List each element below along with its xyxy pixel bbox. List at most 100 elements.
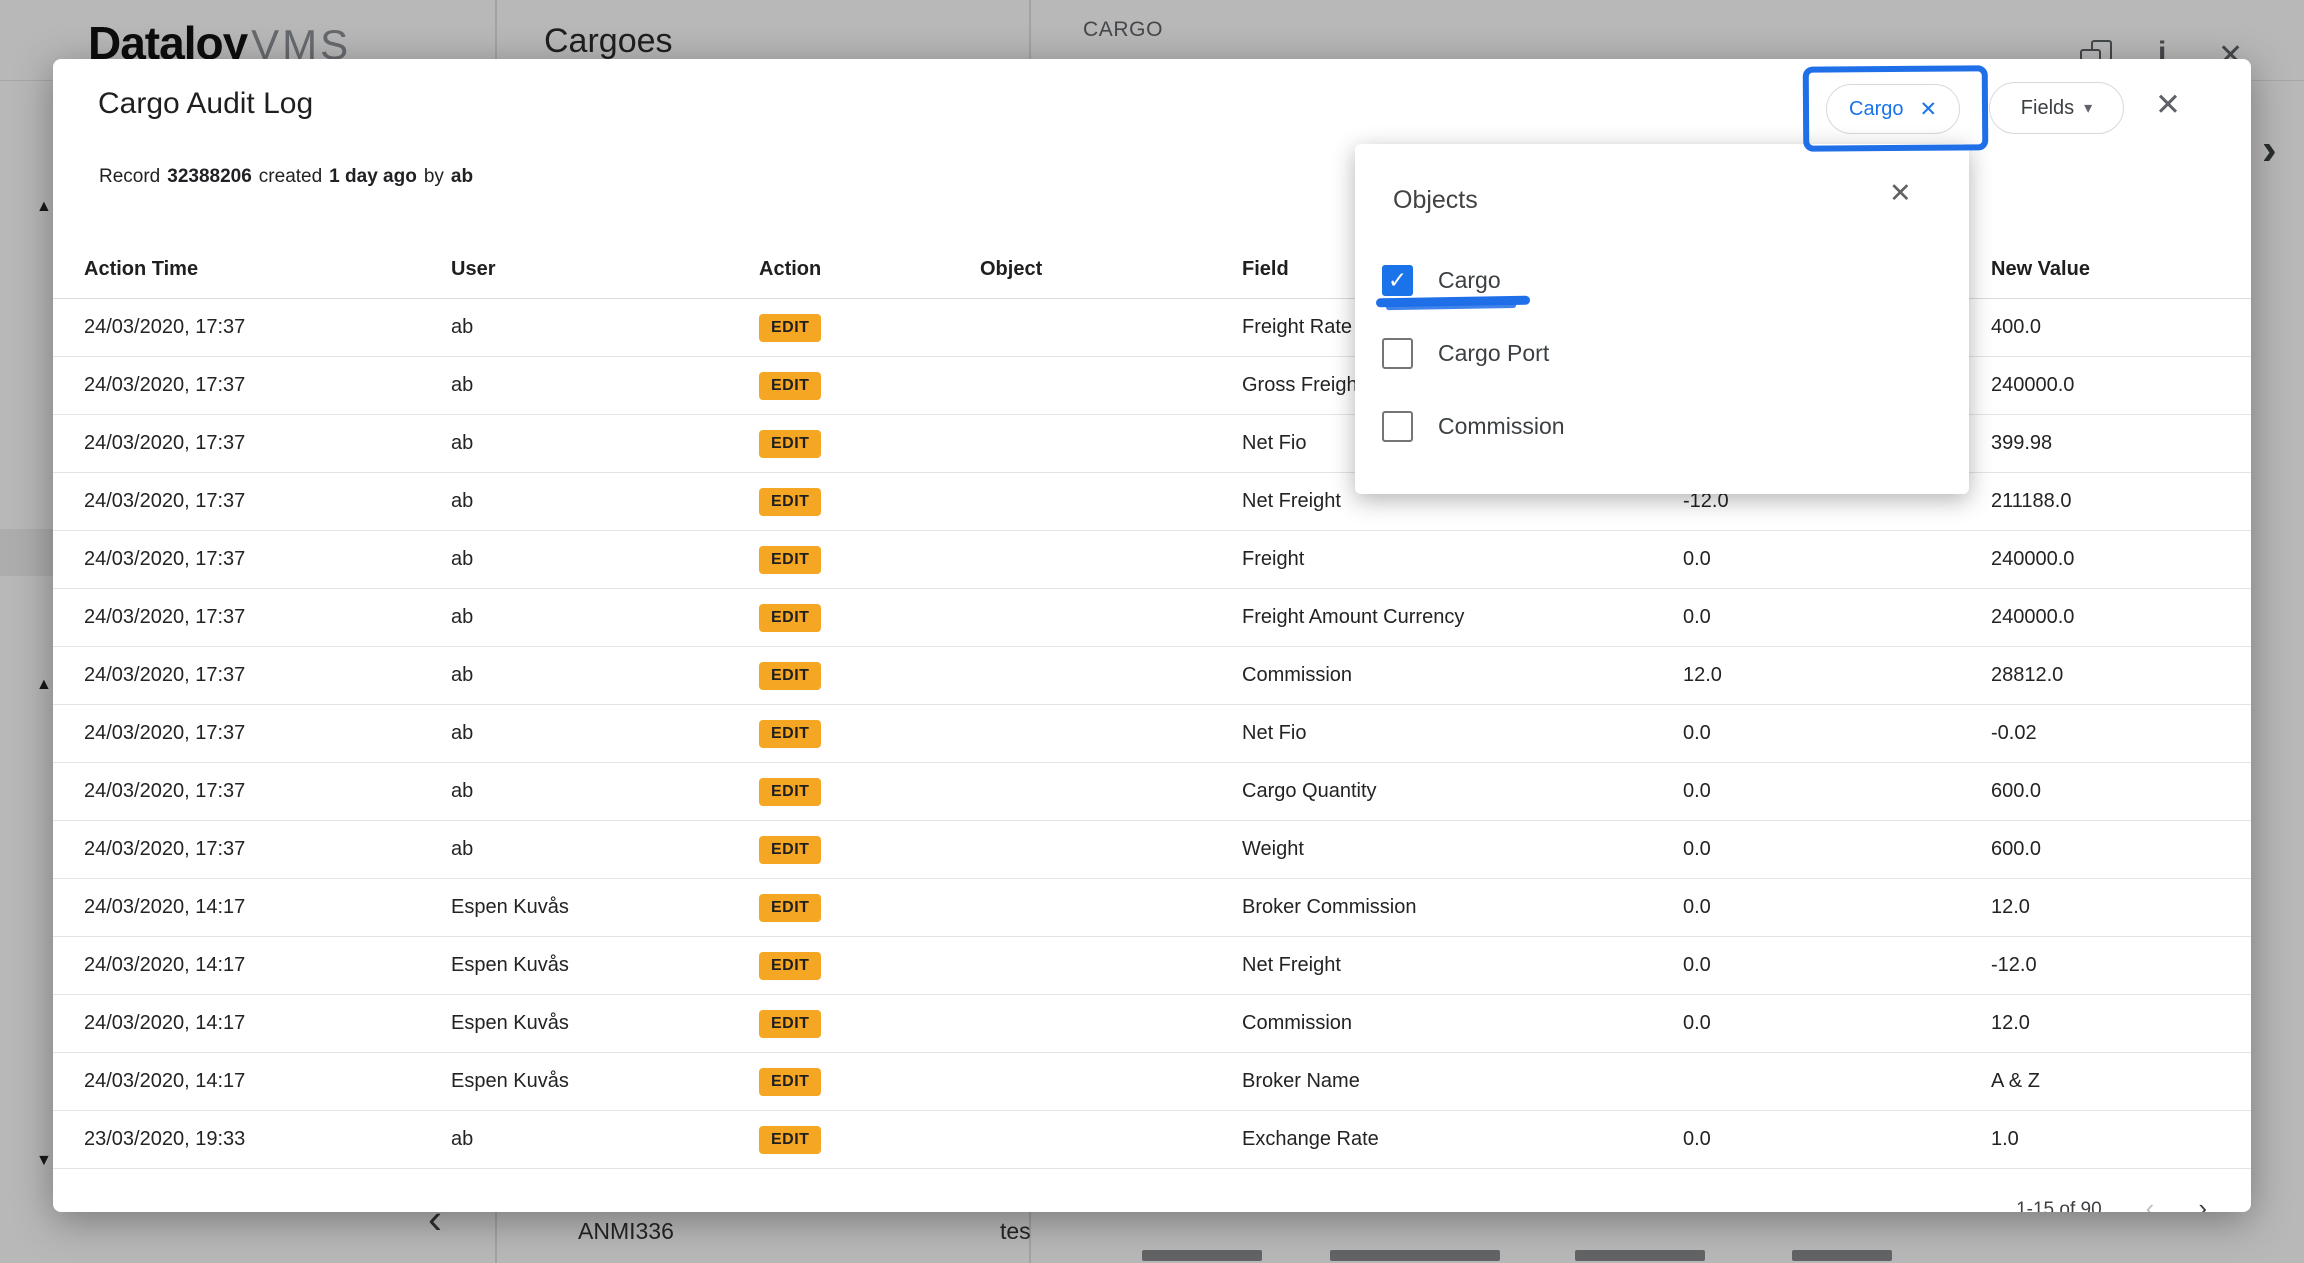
- edit-badge: EDIT: [759, 488, 821, 516]
- cell-user: ab: [451, 432, 759, 455]
- table-row: 24/03/2020, 17:37 ab EDIT Commission 12.…: [53, 647, 2251, 705]
- cell-field: Broker Commission: [1242, 896, 1683, 919]
- table-row: 23/03/2020, 19:33 ab EDIT Exchange Rate …: [53, 1111, 2251, 1169]
- paginator: 1-15 of 90 ‹ ›: [2016, 1199, 2207, 1212]
- cell-action: EDIT: [759, 836, 980, 864]
- header-action-time: Action Time: [84, 258, 451, 281]
- record-id: 32388206: [167, 166, 252, 188]
- cell-action-time: 24/03/2020, 17:37: [84, 316, 451, 339]
- paginator-range-label: 1-15 of 90: [2016, 1199, 2102, 1212]
- table-row: 24/03/2020, 17:37 ab EDIT Weight 0.0 600…: [53, 821, 2251, 879]
- cell-new-value: 1.0: [1991, 1128, 2211, 1151]
- fields-button-label: Fields: [2021, 97, 2074, 120]
- edit-badge: EDIT: [759, 430, 821, 458]
- object-checkbox[interactable]: ✓: [1382, 265, 1413, 296]
- check-icon: ✓: [1388, 269, 1407, 292]
- object-filter-label: Cargo Port: [1438, 340, 1549, 367]
- object-checkbox[interactable]: ✓: [1382, 338, 1413, 369]
- cell-action: EDIT: [759, 488, 980, 516]
- cell-action-time: 24/03/2020, 17:37: [84, 780, 451, 803]
- table-row: 24/03/2020, 17:37 ab EDIT Cargo Quantity…: [53, 763, 2251, 821]
- edit-badge: EDIT: [759, 372, 821, 400]
- cell-action: EDIT: [759, 1126, 980, 1154]
- cell-old-value: 0.0: [1683, 606, 1991, 629]
- record-age: 1 day ago: [329, 166, 417, 188]
- caret-down-icon: ▾: [2084, 98, 2092, 118]
- header-user: User: [451, 258, 759, 281]
- cell-new-value: 600.0: [1991, 838, 2211, 861]
- table-row: 24/03/2020, 17:37 ab EDIT Freight 0.0 24…: [53, 531, 2251, 589]
- object-filter-option[interactable]: ✓ Commission: [1382, 390, 1949, 463]
- cell-field: Net Freight: [1242, 954, 1683, 977]
- edit-badge: EDIT: [759, 836, 821, 864]
- cell-field: Freight Amount Currency: [1242, 606, 1683, 629]
- cell-new-value: -12.0: [1991, 954, 2211, 977]
- header-object: Object: [980, 258, 1242, 281]
- cell-action: EDIT: [759, 778, 980, 806]
- paginator-next-icon[interactable]: ›: [2198, 1199, 2207, 1212]
- cell-new-value: 240000.0: [1991, 374, 2211, 397]
- cell-user: ab: [451, 664, 759, 687]
- paginator-prev-icon[interactable]: ‹: [2146, 1199, 2155, 1212]
- cell-action: EDIT: [759, 604, 980, 632]
- cell-old-value: 0.0: [1683, 1128, 1991, 1151]
- cell-action: EDIT: [759, 314, 980, 342]
- objects-popup-close-icon[interactable]: ✕: [1889, 180, 1912, 207]
- cell-action-time: 24/03/2020, 17:37: [84, 664, 451, 687]
- edit-badge: EDIT: [759, 894, 821, 922]
- cell-action: EDIT: [759, 430, 980, 458]
- table-row: 24/03/2020, 14:17 Espen Kuvås EDIT Commi…: [53, 995, 2251, 1053]
- cell-field: Weight: [1242, 838, 1683, 861]
- cell-field: Exchange Rate: [1242, 1128, 1683, 1151]
- cell-user: ab: [451, 780, 759, 803]
- table-row: 24/03/2020, 14:17 Espen Kuvås EDIT Broke…: [53, 879, 2251, 937]
- cell-user: ab: [451, 548, 759, 571]
- cell-field: Cargo Quantity: [1242, 780, 1683, 803]
- cell-action-time: 24/03/2020, 17:37: [84, 838, 451, 861]
- table-row: 24/03/2020, 14:17 Espen Kuvås EDIT Net F…: [53, 937, 2251, 995]
- cell-action: EDIT: [759, 894, 980, 922]
- cell-action-time: 24/03/2020, 17:37: [84, 374, 451, 397]
- object-filter-label: Commission: [1438, 413, 1565, 440]
- objects-popup-title: Objects: [1393, 186, 1478, 215]
- cell-action: EDIT: [759, 372, 980, 400]
- edit-badge: EDIT: [759, 546, 821, 574]
- cell-user: ab: [451, 838, 759, 861]
- header-action: Action: [759, 258, 980, 281]
- edit-badge: EDIT: [759, 314, 821, 342]
- fields-dropdown-button[interactable]: Fields ▾: [1989, 82, 2124, 134]
- cell-action-time: 24/03/2020, 17:37: [84, 548, 451, 571]
- cell-user: ab: [451, 316, 759, 339]
- cell-new-value: 12.0: [1991, 1012, 2211, 1035]
- cell-action-time: 24/03/2020, 14:17: [84, 896, 451, 919]
- object-filter-option[interactable]: ✓ Cargo Port: [1382, 317, 1949, 390]
- edit-badge: EDIT: [759, 1010, 821, 1038]
- cell-user: Espen Kuvås: [451, 896, 759, 919]
- cell-new-value: 600.0: [1991, 780, 2211, 803]
- object-checkbox[interactable]: ✓: [1382, 411, 1413, 442]
- edit-badge: EDIT: [759, 1126, 821, 1154]
- record-summary: Record 32388206 created 1 day ago by ab: [99, 166, 473, 188]
- record-user: ab: [451, 166, 473, 188]
- cell-new-value: 211188.0: [1991, 490, 2211, 513]
- edit-badge: EDIT: [759, 662, 821, 690]
- cell-new-value: -0.02: [1991, 722, 2211, 745]
- cell-new-value: 240000.0: [1991, 606, 2211, 629]
- cell-action-time: 24/03/2020, 17:37: [84, 432, 451, 455]
- annotation-box-cargo-chip: [1803, 65, 1989, 151]
- cell-new-value: 28812.0: [1991, 664, 2211, 687]
- header-new-value: New Value: [1991, 258, 2211, 281]
- cell-user: ab: [451, 606, 759, 629]
- modal-close-icon[interactable]: ✕: [2155, 89, 2181, 120]
- cell-old-value: 0.0: [1683, 954, 1991, 977]
- cell-old-value: 0.0: [1683, 780, 1991, 803]
- cell-new-value: 399.98: [1991, 432, 2211, 455]
- objects-popup-list: ✓ Cargo ✓ Cargo Port ✓ Commission: [1382, 244, 1949, 463]
- cell-user: Espen Kuvås: [451, 1012, 759, 1035]
- cell-action: EDIT: [759, 952, 980, 980]
- cell-action-time: 24/03/2020, 14:17: [84, 954, 451, 977]
- cell-action-time: 24/03/2020, 14:17: [84, 1012, 451, 1035]
- cell-field: Broker Name: [1242, 1070, 1683, 1093]
- cell-action-time: 24/03/2020, 14:17: [84, 1070, 451, 1093]
- edit-badge: EDIT: [759, 952, 821, 980]
